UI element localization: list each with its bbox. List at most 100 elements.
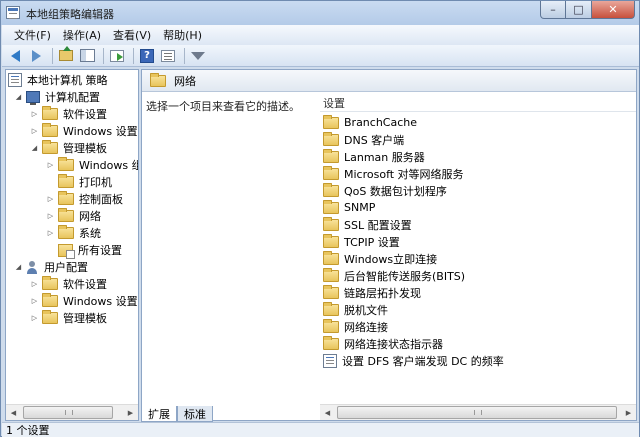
tree-item-system[interactable]: ▷ 系统: [46, 225, 101, 241]
tree-item-admin-templates[interactable]: ◢ 管理模板: [30, 140, 107, 156]
collapse-icon[interactable]: ◢: [14, 259, 23, 275]
folder-icon: [323, 182, 339, 197]
menu-bar: 文件(F) 操作(A) 查看(V) 帮助(H): [2, 25, 639, 45]
list-item[interactable]: DNS 客户端: [323, 131, 404, 148]
tree-item-windows-components[interactable]: ▷ Windows 组: [46, 157, 138, 173]
expand-icon[interactable]: ▷: [30, 106, 39, 122]
tree-item-printers[interactable]: 打印机: [46, 174, 112, 190]
tree-item-user-software[interactable]: ▷ 软件设置: [30, 276, 107, 292]
export-icon: [110, 49, 124, 62]
collapse-icon[interactable]: ◢: [30, 140, 39, 156]
up-button[interactable]: [57, 46, 75, 65]
tree-item-label: Windows 设置: [63, 125, 138, 138]
computer-icon: [26, 91, 40, 105]
tree-item-software[interactable]: ▷ 软件设置: [30, 106, 107, 122]
tree-item-label: 打印机: [79, 176, 112, 189]
back-button[interactable]: [6, 47, 24, 65]
minimize-button[interactable]: –: [540, 1, 566, 19]
expand-icon[interactable]: ▷: [30, 123, 39, 139]
tree-item-all-settings[interactable]: 所有设置: [46, 242, 122, 259]
menu-file[interactable]: 文件(F): [8, 27, 57, 43]
policy-setting-icon: [323, 353, 337, 368]
folder-icon: [42, 310, 58, 324]
show-tree-button[interactable]: [78, 47, 96, 65]
tree-item-label: 管理模板: [63, 142, 107, 155]
expand-icon[interactable]: ▷: [30, 276, 39, 292]
tree-item-user-windows-settings[interactable]: ▷ Windows 设置: [30, 293, 138, 309]
expand-icon[interactable]: ▷: [46, 208, 55, 224]
tree-item-windows-settings[interactable]: ▷ Windows 设置: [30, 123, 138, 139]
folder-icon: [323, 233, 339, 248]
list-item[interactable]: 网络连接状态指示器: [323, 335, 443, 352]
properties-button[interactable]: [159, 47, 177, 65]
list-item[interactable]: SNMP: [323, 199, 375, 216]
forward-button[interactable]: [27, 47, 45, 65]
toolbar-separator: [103, 47, 104, 64]
tree-horizontal-scrollbar[interactable]: ◀ ▶: [6, 404, 138, 420]
scroll-thumb[interactable]: [337, 406, 617, 419]
tree-pane[interactable]: 本地计算机 策略 ◢ 计算机配置 ▷ 软件设置 ▷ Windows 设置 ◢ 管…: [5, 69, 139, 421]
list-item[interactable]: 链路层拓扑发现: [323, 284, 421, 301]
tree-item-computer[interactable]: ◢ 计算机配置: [14, 89, 100, 105]
scroll-thumb[interactable]: [23, 406, 113, 419]
list-item[interactable]: BranchCache: [323, 114, 417, 131]
menu-help[interactable]: 帮助(H): [157, 27, 208, 43]
scroll-right-icon[interactable]: ▶: [123, 405, 138, 420]
list-item[interactable]: Microsoft 对等网络服务: [323, 165, 464, 182]
list-item[interactable]: Windows立即连接: [323, 250, 437, 267]
list-item[interactable]: SSL 配置设置: [323, 216, 412, 233]
list-horizontal-scrollbar[interactable]: ◀ ▶: [320, 404, 636, 420]
toolbar-separator: [184, 47, 185, 64]
policy-icon: [8, 73, 22, 87]
folder-icon: [58, 225, 74, 239]
menu-action[interactable]: 操作(A): [57, 27, 107, 43]
filter-button[interactable]: [189, 47, 207, 65]
user-icon: [26, 260, 38, 274]
menu-view[interactable]: 查看(V): [107, 27, 157, 43]
list-item-policy[interactable]: 设置 DFS 客户端发现 DC 的频率: [323, 352, 504, 369]
app-icon: [6, 6, 20, 19]
list-item[interactable]: QoS 数据包计划程序: [323, 182, 447, 199]
help-button[interactable]: ?: [138, 47, 156, 65]
folder-icon: [150, 72, 166, 87]
folder-icon: [58, 174, 74, 188]
tree-item-user[interactable]: ◢ 用户配置: [14, 259, 88, 275]
list-item[interactable]: TCPIP 设置: [323, 233, 400, 250]
window-controls: – □ ✕: [540, 1, 635, 20]
tree-item-label: 用户配置: [44, 261, 88, 274]
expand-icon[interactable]: ▷: [30, 293, 39, 309]
folder-icon: [42, 293, 58, 307]
list-item[interactable]: 后台智能传送服务(BITS): [323, 267, 465, 284]
tree-item-label: 计算机配置: [45, 91, 100, 104]
column-header-setting[interactable]: 设置: [320, 94, 636, 112]
folder-icon: [323, 335, 339, 350]
list-item[interactable]: 脱机文件: [323, 301, 388, 318]
tree-item-network[interactable]: ▷ 网络: [46, 208, 101, 224]
list-item[interactable]: Lanman 服务器: [323, 148, 425, 165]
scroll-left-icon[interactable]: ◀: [6, 405, 21, 420]
tree-item-user-admin-templates[interactable]: ▷ 管理模板: [30, 310, 107, 326]
expand-icon[interactable]: ▷: [46, 157, 55, 173]
folder-icon: [58, 208, 74, 222]
expand-icon[interactable]: ▷: [46, 191, 55, 207]
tab-extended[interactable]: 扩展: [141, 406, 177, 422]
filter-icon: [191, 51, 205, 60]
close-button[interactable]: ✕: [592, 1, 635, 19]
export-button[interactable]: [108, 47, 126, 65]
main-window: 本地组策略编辑器 – □ ✕ 文件(F) 操作(A) 查看(V) 帮助(H) ?…: [0, 0, 640, 437]
tree-root[interactable]: 本地计算机 策略: [8, 72, 108, 88]
expand-icon[interactable]: ▷: [30, 310, 39, 326]
collapse-icon[interactable]: ◢: [14, 89, 23, 105]
view-tabs: 扩展 标准: [141, 406, 213, 422]
tree-item-label: 所有设置: [78, 244, 122, 257]
tab-standard[interactable]: 标准: [177, 406, 213, 422]
list-item[interactable]: 网络连接: [323, 318, 388, 335]
folder-icon: [323, 216, 339, 231]
expand-icon[interactable]: ▷: [46, 225, 55, 241]
scroll-right-icon[interactable]: ▶: [621, 405, 636, 420]
scroll-left-icon[interactable]: ◀: [320, 405, 335, 420]
maximize-button[interactable]: □: [566, 1, 592, 19]
tree-item-control-panel[interactable]: ▷ 控制面板: [46, 191, 123, 207]
folder-icon: [323, 148, 339, 163]
tree-item-label: 管理模板: [63, 312, 107, 325]
